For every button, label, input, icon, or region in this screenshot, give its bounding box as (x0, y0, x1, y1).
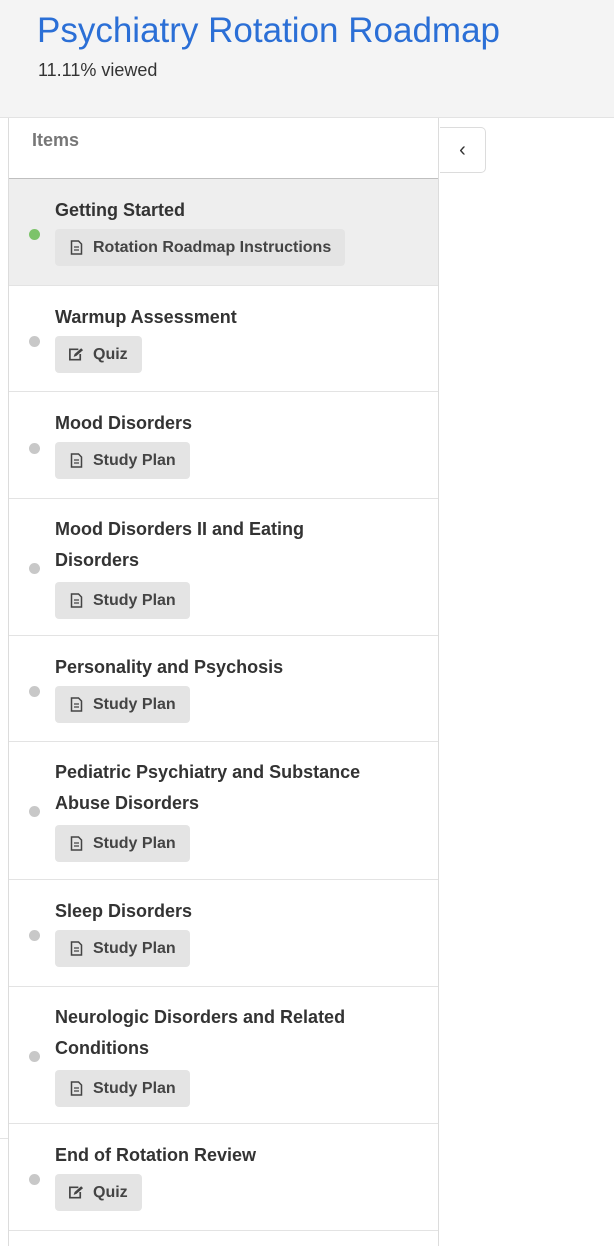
document-icon (68, 592, 84, 610)
item-chip-button[interactable]: Quiz (55, 336, 142, 373)
item-chip-button[interactable]: Study Plan (55, 1070, 190, 1107)
sidebar-item-neurologic-disorders[interactable]: Neurologic Disorders and Related Conditi… (9, 987, 438, 1124)
chip-label: Study Plan (93, 695, 176, 713)
status-dot (29, 1051, 40, 1062)
status-dot (29, 806, 40, 817)
status-dot (29, 443, 40, 454)
document-icon (68, 940, 84, 958)
chip-label: Study Plan (93, 591, 176, 609)
chip-label: Quiz (93, 1183, 128, 1201)
chip-label: Quiz (93, 345, 128, 363)
page: Psychiatry Rotation Roadmap 11.11% viewe… (0, 0, 614, 1246)
item-chip-button[interactable]: Study Plan (55, 442, 190, 479)
status-dot-viewed (29, 229, 40, 240)
page-title: Psychiatry Rotation Roadmap (37, 11, 500, 50)
item-chip-button[interactable]: Study Plan (55, 930, 190, 967)
item-title: Warmup Assessment (55, 307, 237, 327)
sidebar-item-personality-psychosis[interactable]: Personality and Psychosis Study Plan (9, 636, 438, 742)
chip-label: Study Plan (93, 451, 176, 469)
chip-label: Study Plan (93, 1079, 176, 1097)
document-icon (68, 452, 84, 470)
document-icon (68, 835, 84, 853)
divider (0, 1138, 8, 1139)
sidebar-item-mood-disorders-ii[interactable]: Mood Disorders II and Eating Disorders S… (9, 499, 438, 636)
sidebar-item-mood-disorders[interactable]: Mood Disorders Study Plan (9, 392, 438, 499)
item-title: Sleep Disorders (55, 901, 193, 921)
item-title: Mood Disorders II and Eating Disorders (55, 519, 305, 570)
sidebar-item-getting-started[interactable]: Getting Started Rotation Roadmap Instruc… (9, 179, 438, 286)
item-title: Personality and Psychosis (55, 657, 284, 677)
item-title: Getting Started (55, 200, 186, 220)
chevron-left-icon: ‹ (459, 138, 466, 161)
page-header: Psychiatry Rotation Roadmap 11.11% viewe… (0, 0, 614, 118)
status-dot (29, 336, 40, 347)
document-icon (68, 239, 84, 257)
edit-icon (68, 1184, 84, 1202)
items-sidebar: Items Getting Started Rotation Roadmap I… (8, 118, 439, 1246)
item-chip-button[interactable]: Study Plan (55, 825, 190, 862)
item-title: Neurologic Disorders and Related Conditi… (55, 1007, 346, 1058)
chip-label: Study Plan (93, 834, 176, 852)
sidebar-item-warmup-assessment[interactable]: Warmup Assessment Quiz (9, 286, 438, 392)
edit-icon (68, 346, 84, 364)
status-dot (29, 1174, 40, 1185)
item-title: Pediatric Psychiatry and Substance Abuse… (55, 762, 361, 813)
item-title: End of Rotation Review (55, 1145, 257, 1165)
sidebar-item-sleep-disorders[interactable]: Sleep Disorders Study Plan (9, 880, 438, 987)
sidebar-heading: Items (9, 118, 438, 179)
chip-label: Rotation Roadmap Instructions (93, 238, 332, 256)
sidebar-item-pediatric-psychiatry[interactable]: Pediatric Psychiatry and Substance Abuse… (9, 742, 438, 880)
collapse-sidebar-button[interactable]: ‹ (440, 127, 486, 173)
chip-label: Study Plan (93, 939, 176, 957)
item-chip-button[interactable]: Study Plan (55, 582, 190, 619)
item-chip-button[interactable]: Rotation Roadmap Instructions (55, 229, 346, 266)
progress-text: 11.11% viewed (38, 60, 158, 80)
status-dot (29, 563, 40, 574)
status-dot (29, 686, 40, 697)
item-chip-button[interactable]: Quiz (55, 1174, 142, 1211)
document-icon (68, 1080, 84, 1098)
item-title: Mood Disorders (55, 413, 193, 433)
sidebar-item-end-of-rotation-review[interactable]: End of Rotation Review Quiz (9, 1124, 438, 1231)
status-dot (29, 930, 40, 941)
item-chip-button[interactable]: Study Plan (55, 686, 190, 723)
document-icon (68, 696, 84, 714)
